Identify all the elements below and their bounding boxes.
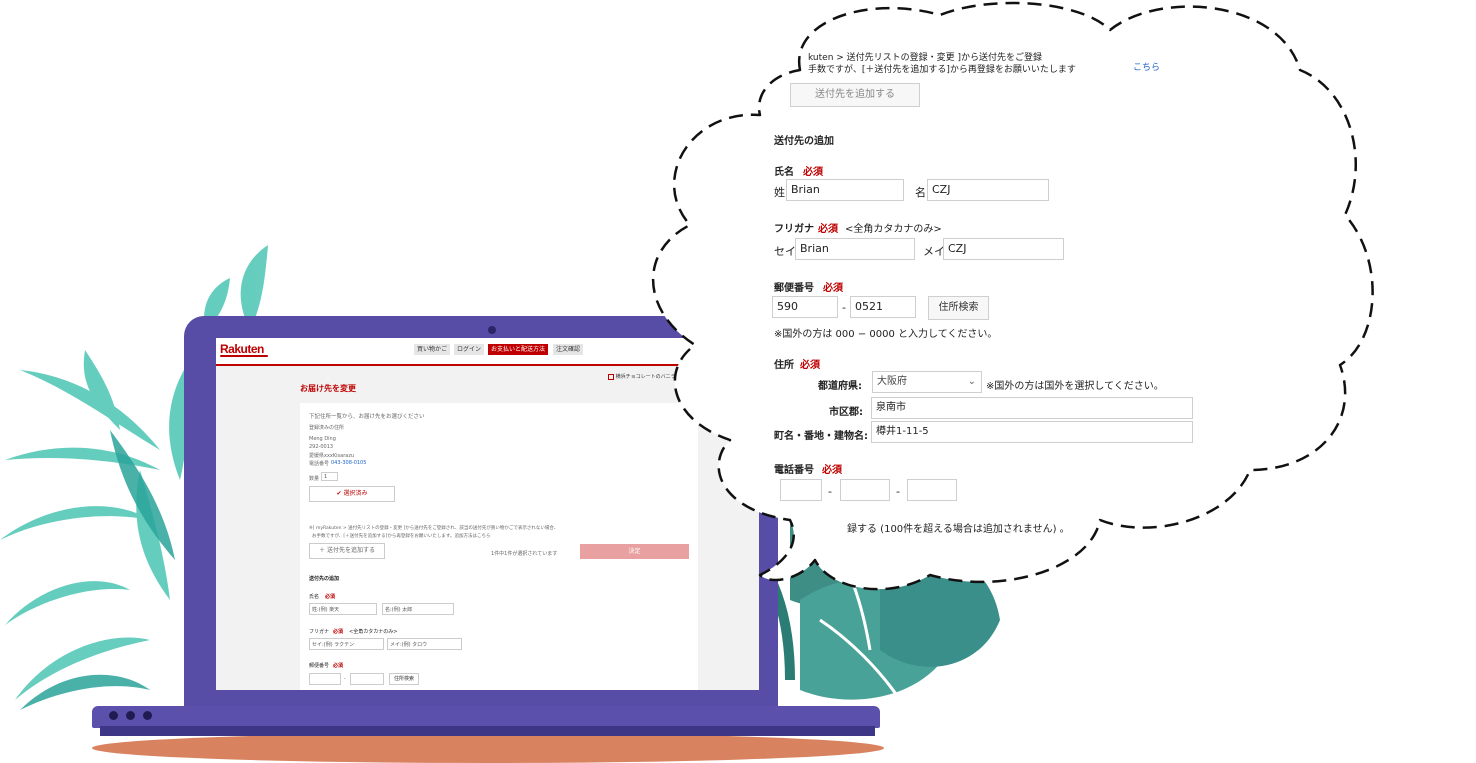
zoom-phone-input-2[interactable] xyxy=(840,479,890,501)
zoom-prefecture-note: ※国外の方は国外を選択してください。 xyxy=(986,381,1164,392)
zoom-sei-input[interactable]: Brian xyxy=(795,238,915,260)
zoom-required-badge: 必須 xyxy=(803,167,823,178)
zoom-phone-input-1[interactable] xyxy=(780,479,822,501)
zoom-add-address-button[interactable]: 送付先を追加する xyxy=(790,83,920,107)
zoom-city-input[interactable]: 泉南市 xyxy=(871,397,1193,419)
zoom-note-line-2: 手数ですが、[＋送付先を追加する]から再登録をお願いいたします xyxy=(808,65,1076,75)
zoom-city-label: 市区郡: xyxy=(829,407,863,418)
zoom-phone-label: 電話番号 xyxy=(774,465,814,476)
zoom-first-name-input[interactable]: CZJ xyxy=(927,179,1049,201)
chevron-down-icon: ⌄ xyxy=(967,376,976,387)
zoom-mei-input[interactable]: CZJ xyxy=(943,238,1064,260)
zoom-postal-input-1[interactable]: 590 xyxy=(772,296,838,318)
zoom-address-label: 住所 xyxy=(774,360,794,371)
zoom-phone-input-3[interactable] xyxy=(907,479,957,501)
zoom-postal-input-2[interactable]: 0521 xyxy=(850,296,916,318)
zoom-help-link[interactable]: こちら xyxy=(1133,60,1160,73)
zoom-postal-label: 郵便番号 xyxy=(774,283,814,294)
zoomed-form: kuten > 送付先リストの登録・変更 ]から送付先をご登録 手数ですが、[＋… xyxy=(0,0,1476,761)
zoom-phone-dash: - xyxy=(896,485,900,498)
zoom-name-label: 氏名 xyxy=(774,167,794,178)
zoom-prefecture-select[interactable]: 大阪府 ⌄ xyxy=(872,371,982,393)
zoom-required-badge: 必須 xyxy=(818,224,838,235)
zoom-prefecture-label: 都道府県: xyxy=(818,381,862,392)
zoom-kana-label: フリガナ xyxy=(774,224,814,235)
zoom-postal-note: ※国外の方は 000 − 0000 と入力してください。 xyxy=(774,329,998,340)
zoom-add-section-title: 送付先の追加 xyxy=(774,136,834,147)
zoom-required-badge: 必須 xyxy=(823,283,843,294)
zoom-street-input[interactable]: 樽井1-11-5 xyxy=(871,421,1193,443)
zoom-postal-dash: - xyxy=(842,301,846,314)
zoom-required-badge: 必須 xyxy=(822,465,842,476)
zoom-bottom-note: 録する (100件を超える場合は追加されません) 。 xyxy=(847,524,1070,535)
zoom-street-label: 町名・番地・建物名: xyxy=(774,431,868,442)
zoom-kana-note: <全角カタカナのみ> xyxy=(845,224,942,235)
zoom-phone-dash: - xyxy=(828,485,832,498)
zoom-last-name-input[interactable]: Brian xyxy=(786,179,904,201)
zoom-postal-search-button[interactable]: 住所検索 xyxy=(928,296,989,320)
zoom-required-badge: 必須 xyxy=(800,360,820,371)
